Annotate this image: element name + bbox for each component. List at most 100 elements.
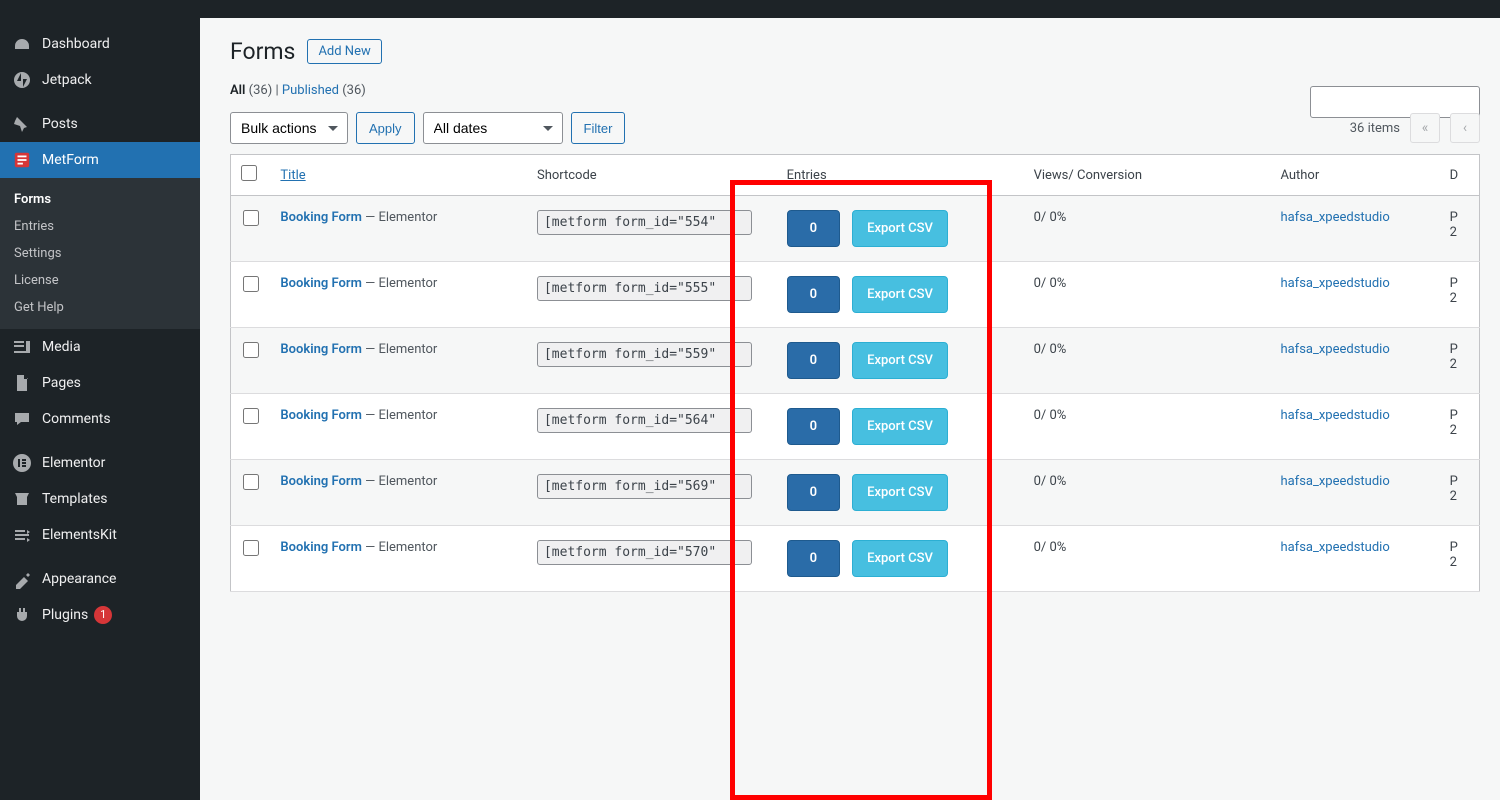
sidebar-item-comments[interactable]: Comments — [0, 401, 200, 437]
author-link[interactable]: hafsa_xpeedstudio — [1280, 276, 1389, 291]
author-link[interactable]: hafsa_xpeedstudio — [1280, 342, 1389, 357]
column-entries: Entries — [777, 155, 1024, 196]
export-csv-button[interactable]: Export CSV — [852, 276, 948, 313]
row-checkbox[interactable] — [243, 408, 259, 424]
shortcode-field[interactable]: [metform form_id="564" — [537, 408, 752, 433]
row-date: P 2 — [1440, 460, 1480, 526]
content-area: Forms Add New All (36) | Published (36) … — [200, 18, 1500, 800]
shortcode-field[interactable]: [metform form_id="554" — [537, 210, 752, 235]
dashboard-icon — [12, 34, 32, 54]
row-date: P 2 — [1440, 526, 1480, 592]
row-checkbox[interactable] — [243, 540, 259, 556]
sidebar-item-jetpack[interactable]: Jetpack — [0, 62, 200, 98]
author-link[interactable]: hafsa_xpeedstudio — [1280, 540, 1389, 555]
sidebar-item-label: Plugins — [42, 607, 88, 623]
admin-topbar — [0, 0, 1500, 18]
export-csv-button[interactable]: Export CSV — [852, 540, 948, 577]
export-csv-button[interactable]: Export CSV — [852, 210, 948, 247]
author-link[interactable]: hafsa_xpeedstudio — [1280, 474, 1389, 489]
row-date: P 2 — [1440, 328, 1480, 394]
pages-icon — [12, 373, 32, 393]
row-date: P 2 — [1440, 262, 1480, 328]
form-title-link[interactable]: Booking Form — [280, 474, 361, 489]
views-conversion: 0/ 0% — [1024, 394, 1271, 460]
date-filter-select[interactable]: All dates — [423, 112, 563, 144]
elementskit-icon — [12, 525, 32, 545]
row-checkbox[interactable] — [243, 342, 259, 358]
sidebar-item-metform[interactable]: MetForm — [0, 142, 200, 178]
entries-count-button[interactable]: 0 — [787, 474, 840, 511]
metform-icon — [12, 150, 32, 170]
column-title[interactable]: Title — [280, 168, 305, 183]
entries-count-button[interactable]: 0 — [787, 210, 840, 247]
table-row: Booking Form — Elementor[metform form_id… — [231, 394, 1480, 460]
entries-count-button[interactable]: 0 — [787, 408, 840, 445]
sidebar-item-label: Templates — [42, 491, 108, 507]
pin-icon — [12, 114, 32, 134]
submenu-forms[interactable]: Forms — [0, 186, 200, 213]
sidebar-item-media[interactable]: Media — [0, 329, 200, 365]
appearance-icon — [12, 569, 32, 589]
sidebar-item-plugins[interactable]: Plugins1 — [0, 597, 200, 633]
views-conversion: 0/ 0% — [1024, 460, 1271, 526]
filter-published[interactable]: Published — [282, 83, 339, 98]
bulk-apply-button[interactable]: Apply — [356, 112, 415, 144]
shortcode-field[interactable]: [metform form_id="555" — [537, 276, 752, 301]
bulk-actions-select[interactable]: Bulk actions — [230, 112, 348, 144]
sidebar-item-dashboard[interactable]: Dashboard — [0, 26, 200, 62]
submenu-get-help[interactable]: Get Help — [0, 294, 200, 321]
entries-count-button[interactable]: 0 — [787, 342, 840, 379]
select-all-checkbox[interactable] — [241, 165, 257, 181]
submenu-license[interactable]: License — [0, 267, 200, 294]
comments-icon — [12, 409, 32, 429]
row-checkbox[interactable] — [243, 276, 259, 292]
filter-button[interactable]: Filter — [571, 112, 626, 144]
form-title-link[interactable]: Booking Form — [280, 342, 361, 357]
row-checkbox[interactable] — [243, 210, 259, 226]
form-title-link[interactable]: Booking Form — [280, 540, 361, 555]
status-filter: All (36) | Published (36) — [230, 83, 1480, 98]
form-title-link[interactable]: Booking Form — [280, 210, 361, 225]
sidebar-item-label: Posts — [42, 116, 78, 132]
sidebar-item-label: MetForm — [42, 152, 99, 168]
tablenav-top: Bulk actions Apply All dates Filter 36 i… — [230, 112, 1480, 144]
sidebar-item-label: Dashboard — [42, 36, 110, 52]
form-title-link[interactable]: Booking Form — [280, 276, 361, 291]
sidebar-item-appearance[interactable]: Appearance — [0, 561, 200, 597]
add-new-button[interactable]: Add New — [307, 39, 381, 64]
templates-icon — [12, 489, 32, 509]
table-row: Booking Form — Elementor[metform form_id… — [231, 460, 1480, 526]
items-count: 36 items — [1350, 121, 1400, 136]
sidebar-item-posts[interactable]: Posts — [0, 106, 200, 142]
sidebar-item-templates[interactable]: Templates — [0, 481, 200, 517]
submenu-entries[interactable]: Entries — [0, 213, 200, 240]
export-csv-button[interactable]: Export CSV — [852, 474, 948, 511]
sidebar-item-pages[interactable]: Pages — [0, 365, 200, 401]
page-title: Forms — [230, 38, 295, 65]
shortcode-field[interactable]: [metform form_id="569" — [537, 474, 752, 499]
sidebar-item-elementskit[interactable]: ElementsKit — [0, 517, 200, 553]
submenu-settings[interactable]: Settings — [0, 240, 200, 267]
jetpack-icon — [12, 70, 32, 90]
author-link[interactable]: hafsa_xpeedstudio — [1280, 210, 1389, 225]
admin-sidebar: Dashboard Jetpack Posts MetForm FormsEntries… — [0, 0, 200, 800]
author-link[interactable]: hafsa_xpeedstudio — [1280, 408, 1389, 423]
sidebar-item-label: Pages — [42, 375, 81, 391]
table-row: Booking Form — Elementor[metform form_id… — [231, 328, 1480, 394]
row-date: P 2 — [1440, 196, 1480, 262]
sidebar-item-label: Appearance — [42, 571, 116, 587]
column-views: Views/ Conversion — [1024, 155, 1271, 196]
sidebar-item-elementor[interactable]: Elementor — [0, 445, 200, 481]
shortcode-field[interactable]: [metform form_id="559" — [537, 342, 752, 367]
entries-count-button[interactable]: 0 — [787, 540, 840, 577]
export-csv-button[interactable]: Export CSV — [852, 342, 948, 379]
entries-count-button[interactable]: 0 — [787, 276, 840, 313]
shortcode-field[interactable]: [metform form_id="570" — [537, 540, 752, 565]
views-conversion: 0/ 0% — [1024, 262, 1271, 328]
row-checkbox[interactable] — [243, 474, 259, 490]
filter-all[interactable]: All — [230, 83, 245, 98]
page-prev-button[interactable]: ‹ — [1450, 113, 1480, 143]
page-first-button[interactable]: « — [1410, 113, 1440, 143]
form-title-link[interactable]: Booking Form — [280, 408, 361, 423]
export-csv-button[interactable]: Export CSV — [852, 408, 948, 445]
